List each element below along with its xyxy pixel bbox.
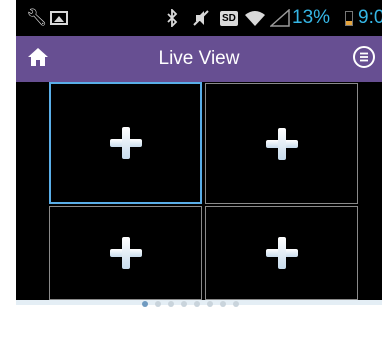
camera-slot-1[interactable]	[49, 82, 202, 204]
list-menu-icon	[352, 45, 376, 74]
clock-time: 9:08	[358, 7, 382, 28]
bluetooth-icon	[166, 0, 178, 36]
page-indicator[interactable]	[142, 301, 239, 307]
app-screen: 🔧︎ SD 13% 9:08 Live View	[16, 0, 382, 337]
camera-slot-2[interactable]	[205, 83, 358, 204]
page-dot[interactable]	[181, 301, 187, 307]
wrench-icon: 🔧︎	[26, 8, 48, 27]
battery-icon	[345, 0, 353, 36]
wifi-icon	[244, 0, 266, 36]
menu-button[interactable]	[350, 45, 378, 73]
add-camera-icon[interactable]	[109, 237, 142, 269]
page-dot[interactable]	[168, 301, 174, 307]
battery-percent: 13%	[292, 7, 331, 28]
add-camera-icon[interactable]	[265, 237, 298, 269]
page-dot[interactable]	[194, 301, 200, 307]
page-dot[interactable]	[142, 301, 148, 307]
sd-card-icon: SD	[220, 0, 238, 36]
mute-icon	[192, 0, 210, 36]
add-camera-icon[interactable]	[265, 127, 298, 160]
image-icon	[50, 0, 68, 36]
live-view-grid	[16, 82, 382, 300]
page-dot[interactable]	[220, 301, 226, 307]
status-bar: 🔧︎ SD 13% 9:08	[16, 0, 382, 36]
page-dot[interactable]	[207, 301, 213, 307]
page-indicator-bar	[16, 300, 382, 337]
camera-slot-4[interactable]	[205, 206, 358, 300]
page-dot[interactable]	[233, 301, 239, 307]
title-bar: Live View	[16, 36, 382, 82]
page-title: Live View	[158, 48, 240, 69]
add-camera-icon[interactable]	[109, 127, 142, 159]
sd-badge: SD	[220, 10, 238, 26]
signal-icon	[270, 0, 290, 36]
page-dot[interactable]	[155, 301, 161, 307]
camera-slot-3[interactable]	[49, 206, 202, 300]
